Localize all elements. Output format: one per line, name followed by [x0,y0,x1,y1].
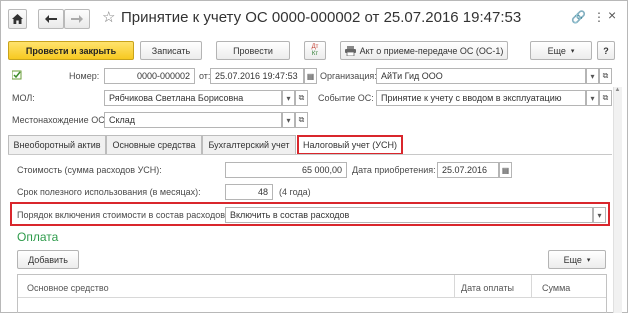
useful-life-label: Срок полезного использования (в месяцах)… [17,187,201,197]
dt-kt-button[interactable]: Дт Кт [304,41,326,60]
column-header-asset[interactable]: Основное средство [27,283,109,293]
column-header-payment-date[interactable]: Дата оплаты [461,283,514,293]
organization-dropdown-icon[interactable]: ▾ [586,68,599,84]
tab-panel-border [8,154,612,155]
expense-order-dropdown-icon[interactable]: ▾ [593,207,606,223]
print-act-label: Акт о приеме-передаче ОС (ОС-1) [359,45,504,56]
payment-more-label: Еще [563,254,582,265]
event-label: Событие ОС: [318,93,374,103]
organization-open-icon[interactable]: ⧉ [599,68,612,84]
add-payment-button[interactable]: Добавить [17,250,79,269]
printer-icon [344,45,356,56]
back-button[interactable] [38,9,64,29]
more-label: Еще [547,45,566,56]
cost-label: Стоимость (сумма расходов УСН): [17,165,162,175]
acquisition-calendar-icon[interactable]: ▦ [499,162,512,178]
number-label: Номер: [69,71,100,81]
organization-label: Организация: [320,71,377,81]
column-divider [531,275,532,297]
document-window: ☆ Принятие к учету ОС 0000-000002 от 25.… [0,0,628,313]
forward-button[interactable] [64,9,90,29]
useful-life-field[interactable]: 48 [225,184,273,200]
mol-open-icon[interactable]: ⧉ [295,90,308,106]
dt-label: Дт [311,43,319,50]
payment-table [17,274,607,313]
kt-label: Кт [311,50,319,57]
save-button[interactable]: Записать [140,41,202,60]
page-title: Принятие к учету ОС 0000-000002 от 25.07… [121,9,522,26]
date-field[interactable]: 25.07.2016 19:47:53 [210,68,304,84]
post-button[interactable]: Провести [216,41,290,60]
location-open-icon[interactable]: ⧉ [295,112,308,128]
location-label: Местонахождение ОС: [12,115,108,125]
print-act-button[interactable]: Акт о приеме-передаче ОС (ОС-1) [340,41,508,60]
event-field[interactable]: Принятие к учету с вводом в эксплуатацию [376,90,586,106]
tab-accounting[interactable]: Бухгалтерский учет [202,135,296,154]
title-bar: ☆ Принятие к учету ОС 0000-000002 от 25.… [1,1,627,34]
number-field[interactable]: 0000-000002 [104,68,195,84]
close-icon[interactable]: × [608,7,616,23]
calendar-icon[interactable]: ▦ [304,68,317,84]
link-icon[interactable]: 🔗 [571,10,586,24]
mol-label: МОЛ: [12,93,35,103]
arrow-right-icon [71,15,83,23]
acquisition-date-field[interactable]: 25.07.2016 [437,162,499,178]
tab-tax-usn[interactable]: Налоговый учет (УСН) [297,135,403,155]
post-and-close-button[interactable]: Провести и закрыть [8,41,134,60]
acquisition-date-label: Дата приобретения: [352,165,436,175]
location-dropdown-icon[interactable]: ▾ [282,112,295,128]
column-divider [454,275,455,297]
vertical-scrollbar[interactable] [613,87,622,313]
cost-field[interactable]: 65 000,00 [225,162,347,178]
home-button[interactable] [8,9,27,29]
tab-fixed-assets[interactable]: Основные средства [106,135,202,154]
mol-field[interactable]: Рябчикова Светлана Борисовна [104,90,282,106]
scroll-up-icon[interactable]: ▲ [613,87,622,93]
table-header-divider [18,297,606,298]
favorite-star-icon[interactable]: ☆ [102,8,115,26]
posted-status-icon [11,70,24,82]
event-dropdown-icon[interactable]: ▾ [586,90,599,106]
chevron-down-icon: ▾ [586,256,591,264]
location-field[interactable]: Склад [104,112,282,128]
useful-life-years: (4 года) [279,187,311,197]
payment-more-button[interactable]: Еще ▾ [548,250,606,269]
home-icon [12,14,23,24]
mol-dropdown-icon[interactable]: ▾ [282,90,295,106]
organization-field[interactable]: АйТи Гид ООО [376,68,586,84]
date-label: от: [199,71,211,81]
expense-order-field[interactable]: Включить в состав расходов [225,207,593,223]
help-button[interactable]: ? [597,41,615,60]
more-actions-icon[interactable]: ⋮ [593,10,605,24]
tab-non-current-assets[interactable]: Внеоборотный актив [8,135,106,154]
chevron-down-icon: ▾ [570,47,575,55]
arrow-left-icon [45,15,57,23]
more-button[interactable]: Еще ▾ [530,41,592,60]
column-header-amount[interactable]: Сумма [542,283,570,293]
expense-order-label: Порядок включения стоимости в состав рас… [17,210,228,220]
event-open-icon[interactable]: ⧉ [599,90,612,106]
payment-section-title: Оплата [17,230,59,244]
